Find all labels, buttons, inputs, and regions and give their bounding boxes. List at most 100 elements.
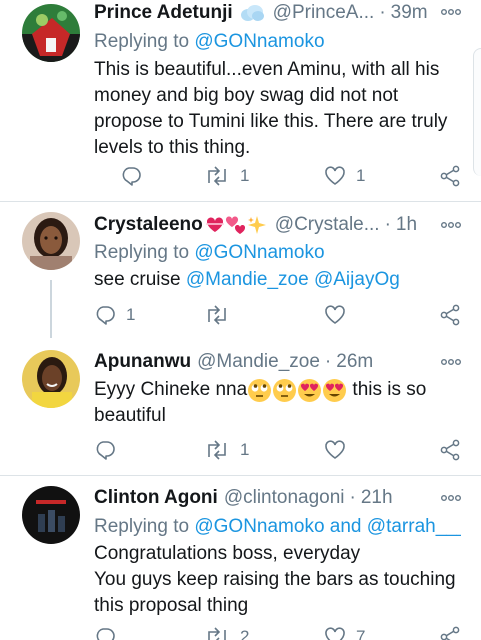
timestamp[interactable]: 21h bbox=[361, 487, 393, 509]
share-button[interactable] bbox=[439, 622, 461, 640]
reply-icon bbox=[96, 628, 115, 640]
tweet-text: see cruise @Mandie_zoe @AijayOg bbox=[94, 267, 465, 293]
avatar[interactable] bbox=[22, 486, 80, 544]
like-count: 1 bbox=[356, 166, 366, 185]
retweet-icon bbox=[208, 627, 226, 640]
retweet-button[interactable]: 1 bbox=[204, 161, 249, 191]
user-handle[interactable]: @clintonagoni bbox=[224, 487, 345, 509]
rolling-eyes-emoji-icon bbox=[272, 378, 297, 403]
reply-button[interactable] bbox=[94, 622, 116, 640]
avatar[interactable] bbox=[22, 212, 80, 270]
retweet-button[interactable]: 2 bbox=[204, 622, 249, 640]
tweet-text-line: Congratulations boss, everyday bbox=[94, 543, 361, 564]
replying-to-label: Replying to bbox=[94, 516, 195, 537]
mention-link[interactable]: @GONnamoko bbox=[194, 516, 324, 537]
like-button[interactable]: 7 bbox=[324, 622, 365, 640]
more-icon[interactable] bbox=[439, 486, 463, 510]
separator: · bbox=[324, 351, 332, 372]
reply-button[interactable] bbox=[120, 161, 142, 191]
like-count: 7 bbox=[356, 627, 366, 640]
reply-button[interactable]: 1 bbox=[94, 300, 135, 330]
tweet[interactable]: Crystaleeno @Crystale... · 1h Replying t… bbox=[0, 202, 481, 342]
display-name[interactable]: Crystaleeno bbox=[94, 214, 203, 236]
separator: · bbox=[379, 2, 386, 23]
tweet-text-plain: Eyyy Chineke nna bbox=[94, 379, 248, 400]
sparkles-icon bbox=[247, 215, 267, 235]
heart-icon bbox=[325, 627, 345, 640]
mention-link[interactable]: @AijayOg bbox=[314, 269, 400, 290]
more-icon[interactable] bbox=[439, 350, 463, 374]
retweet-icon bbox=[208, 166, 226, 186]
tweet-actions: 1 1 bbox=[94, 161, 461, 191]
retweet-icon bbox=[208, 440, 226, 460]
heart-eyes-emoji-icon bbox=[297, 378, 322, 403]
share-button[interactable] bbox=[439, 435, 461, 465]
replying-to: Replying to @GONnamoko bbox=[94, 242, 461, 264]
like-button[interactable] bbox=[324, 300, 346, 330]
more-icon[interactable] bbox=[439, 213, 463, 237]
mention-link[interactable]: @tarrah___ bbox=[367, 516, 461, 537]
retweet-count: 2 bbox=[240, 627, 250, 640]
retweet-count: 1 bbox=[240, 440, 250, 459]
reply-icon bbox=[122, 167, 141, 186]
tweet-header: Apunanwu @Mandie_zoe · 26m bbox=[94, 348, 441, 376]
share-icon bbox=[440, 304, 460, 326]
share-button[interactable] bbox=[439, 300, 461, 330]
reply-button[interactable] bbox=[94, 435, 116, 465]
reply-icon bbox=[96, 306, 115, 325]
share-icon bbox=[440, 626, 460, 640]
mention-link[interactable]: @GONnamoko bbox=[194, 31, 324, 52]
tweet-text-line: You guys keep raising the bars as touchi… bbox=[94, 569, 456, 616]
tweet-header: Prince Adetunji @PrinceA... · 39m bbox=[94, 0, 441, 27]
replying-to: Replying to @GONnamoko bbox=[94, 31, 461, 53]
tweet-text: This is beautiful...even Aminu, with all… bbox=[94, 59, 448, 158]
user-handle[interactable]: @Mandie_zoe bbox=[197, 351, 320, 373]
share-button[interactable] bbox=[439, 161, 461, 191]
replying-to-label: Replying to bbox=[94, 31, 195, 52]
display-name[interactable]: Clinton Agoni bbox=[94, 487, 218, 509]
mention-link[interactable]: @Mandie_zoe bbox=[186, 269, 309, 290]
reply-count: 1 bbox=[126, 305, 136, 324]
tweet-text: Eyyy Chineke nna this is so beautiful bbox=[94, 377, 465, 429]
tweet-text-plain: see cruise bbox=[94, 269, 186, 290]
tweet-header: Crystaleeno @Crystale... · 1h bbox=[94, 211, 441, 239]
display-name[interactable]: Apunanwu bbox=[94, 351, 191, 373]
timestamp[interactable]: 39m bbox=[391, 2, 428, 24]
heart-eyes-emoji-icon bbox=[322, 378, 347, 403]
timeline: Prince Adetunji @PrinceA... · 39m Replyi… bbox=[0, 0, 481, 640]
mention-link[interactable]: @GONnamoko bbox=[194, 242, 324, 263]
replying-to: Replying to @GONnamoko and @tarrah___ bbox=[94, 516, 461, 538]
retweet-button[interactable] bbox=[204, 300, 230, 330]
thread-line bbox=[50, 280, 52, 338]
heart-ribbon-icon bbox=[205, 216, 225, 234]
tweet[interactable]: Apunanwu @Mandie_zoe · 26m Eyyy Chineke … bbox=[0, 342, 481, 476]
more-icon[interactable] bbox=[439, 0, 463, 24]
retweet-button[interactable]: 1 bbox=[204, 435, 249, 465]
tweet[interactable]: Clinton Agoni @clintonagoni · 21h Replyi… bbox=[0, 476, 481, 640]
user-handle[interactable]: @PrinceA... bbox=[273, 2, 375, 24]
cloud-icon bbox=[239, 3, 265, 23]
display-name[interactable]: Prince Adetunji bbox=[94, 2, 233, 24]
tweet-actions: 1 bbox=[94, 435, 461, 465]
share-icon bbox=[440, 439, 460, 461]
timestamp[interactable]: 1h bbox=[396, 214, 417, 236]
like-button[interactable] bbox=[324, 435, 346, 465]
replying-to-label: Replying to bbox=[94, 242, 195, 263]
reply-icon bbox=[96, 441, 115, 460]
avatar[interactable] bbox=[22, 4, 80, 62]
two-hearts-icon bbox=[225, 215, 247, 235]
tweet-text: Congratulations boss, everyday You guys … bbox=[94, 541, 465, 619]
share-icon bbox=[440, 165, 460, 187]
heart-icon bbox=[325, 166, 345, 185]
like-button[interactable]: 1 bbox=[324, 161, 365, 191]
tweet-text-plain: beautiful bbox=[94, 405, 166, 426]
timestamp[interactable]: 26m bbox=[336, 351, 373, 373]
user-handle[interactable]: @Crystale... bbox=[275, 214, 380, 236]
tweet-header: Clinton Agoni @clintonagoni · 21h bbox=[94, 484, 441, 512]
retweet-count: 1 bbox=[240, 166, 250, 185]
tweet-actions: 2 7 bbox=[94, 622, 461, 640]
avatar[interactable] bbox=[22, 350, 80, 408]
replying-to-and: and bbox=[324, 516, 367, 537]
tweet[interactable]: Prince Adetunji @PrinceA... · 39m Replyi… bbox=[0, 0, 481, 202]
rolling-eyes-emoji-icon bbox=[247, 378, 272, 403]
